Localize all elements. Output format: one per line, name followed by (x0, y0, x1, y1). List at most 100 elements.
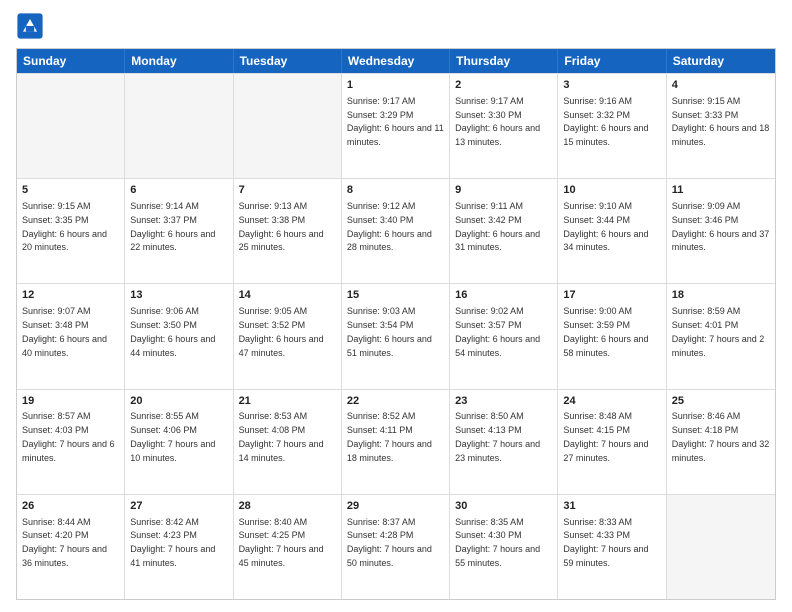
day-info-2: Sunrise: 9:17 AMSunset: 3:30 PMDaylight:… (455, 96, 540, 147)
day-number-29: 29 (347, 499, 444, 514)
day-info-27: Sunrise: 8:42 AMSunset: 4:23 PMDaylight:… (130, 517, 215, 568)
weekday-saturday: Saturday (667, 49, 775, 73)
day-info-12: Sunrise: 9:07 AMSunset: 3:48 PMDaylight:… (22, 306, 107, 357)
day-4: 4 Sunrise: 9:15 AMSunset: 3:33 PMDaylight… (667, 74, 775, 178)
day-number-15: 15 (347, 288, 444, 303)
calendar-row-4: 26 Sunrise: 8:44 AMSunset: 4:20 PMDayligh… (17, 494, 775, 599)
day-info-30: Sunrise: 8:35 AMSunset: 4:30 PMDaylight:… (455, 517, 540, 568)
day-info-31: Sunrise: 8:33 AMSunset: 4:33 PMDaylight:… (563, 517, 648, 568)
weekday-monday: Monday (125, 49, 233, 73)
day-8: 8 Sunrise: 9:12 AMSunset: 3:40 PMDaylight… (342, 179, 450, 283)
day-12: 12 Sunrise: 9:07 AMSunset: 3:48 PMDayligh… (17, 284, 125, 388)
day-number-16: 16 (455, 288, 552, 303)
day-info-9: Sunrise: 9:11 AMSunset: 3:42 PMDaylight:… (455, 201, 540, 252)
calendar-body: 1 Sunrise: 9:17 AMSunset: 3:29 PMDaylight… (17, 73, 775, 599)
day-number-18: 18 (672, 288, 770, 303)
day-number-10: 10 (563, 183, 660, 198)
day-31: 31 Sunrise: 8:33 AMSunset: 4:33 PMDayligh… (558, 495, 666, 599)
day-info-19: Sunrise: 8:57 AMSunset: 4:03 PMDaylight:… (22, 411, 115, 462)
day-15: 15 Sunrise: 9:03 AMSunset: 3:54 PMDayligh… (342, 284, 450, 388)
day-10: 10 Sunrise: 9:10 AMSunset: 3:44 PMDayligh… (558, 179, 666, 283)
day-number-23: 23 (455, 394, 552, 409)
day-26: 26 Sunrise: 8:44 AMSunset: 4:20 PMDayligh… (17, 495, 125, 599)
day-1: 1 Sunrise: 9:17 AMSunset: 3:29 PMDaylight… (342, 74, 450, 178)
day-info-24: Sunrise: 8:48 AMSunset: 4:15 PMDaylight:… (563, 411, 648, 462)
day-info-17: Sunrise: 9:00 AMSunset: 3:59 PMDaylight:… (563, 306, 648, 357)
logo-icon (16, 12, 44, 40)
weekday-tuesday: Tuesday (234, 49, 342, 73)
day-info-15: Sunrise: 9:03 AMSunset: 3:54 PMDaylight:… (347, 306, 432, 357)
calendar-row-0: 1 Sunrise: 9:17 AMSunset: 3:29 PMDaylight… (17, 73, 775, 178)
day-number-30: 30 (455, 499, 552, 514)
day-11: 11 Sunrise: 9:09 AMSunset: 3:46 PMDayligh… (667, 179, 775, 283)
day-30: 30 Sunrise: 8:35 AMSunset: 4:30 PMDayligh… (450, 495, 558, 599)
day-info-4: Sunrise: 9:15 AMSunset: 3:33 PMDaylight:… (672, 96, 770, 147)
day-number-27: 27 (130, 499, 227, 514)
day-number-21: 21 (239, 394, 336, 409)
day-number-26: 26 (22, 499, 119, 514)
day-14: 14 Sunrise: 9:05 AMSunset: 3:52 PMDayligh… (234, 284, 342, 388)
day-info-3: Sunrise: 9:16 AMSunset: 3:32 PMDaylight:… (563, 96, 648, 147)
day-info-26: Sunrise: 8:44 AMSunset: 4:20 PMDaylight:… (22, 517, 107, 568)
day-info-14: Sunrise: 9:05 AMSunset: 3:52 PMDaylight:… (239, 306, 324, 357)
day-info-11: Sunrise: 9:09 AMSunset: 3:46 PMDaylight:… (672, 201, 770, 252)
day-2: 2 Sunrise: 9:17 AMSunset: 3:30 PMDaylight… (450, 74, 558, 178)
calendar-header: SundayMondayTuesdayWednesdayThursdayFrid… (17, 49, 775, 73)
empty-cell-0-1 (125, 74, 233, 178)
day-number-31: 31 (563, 499, 660, 514)
day-number-28: 28 (239, 499, 336, 514)
day-7: 7Sunrise: 9:13 AMSunset: 3:38 PMDaylight… (234, 179, 342, 283)
day-info-16: Sunrise: 9:02 AMSunset: 3:57 PMDaylight:… (455, 306, 540, 357)
day-info-8: Sunrise: 9:12 AMSunset: 3:40 PMDaylight:… (347, 201, 432, 252)
day-22: 22Sunrise: 8:52 AMSunset: 4:11 PMDayligh… (342, 390, 450, 494)
day-number-13: 13 (130, 288, 227, 303)
weekday-friday: Friday (558, 49, 666, 73)
day-number-25: 25 (672, 394, 770, 409)
day-info-22: Sunrise: 8:52 AMSunset: 4:11 PMDaylight:… (347, 411, 432, 462)
day-info-1: Sunrise: 9:17 AMSunset: 3:29 PMDaylight:… (347, 96, 444, 147)
day-number-4: 4 (672, 78, 770, 93)
day-number-2: 2 (455, 78, 552, 93)
day-info-13: Sunrise: 9:06 AMSunset: 3:50 PMDaylight:… (130, 306, 215, 357)
day-13: 13 Sunrise: 9:06 AMSunset: 3:50 PMDayligh… (125, 284, 233, 388)
weekday-thursday: Thursday (450, 49, 558, 73)
day-number-11: 11 (672, 183, 770, 198)
day-info-10: Sunrise: 9:10 AMSunset: 3:44 PMDaylight:… (563, 201, 648, 252)
day-3: 3Sunrise: 9:16 AMSunset: 3:32 PMDaylight… (558, 74, 666, 178)
calendar-row-1: 5 Sunrise: 9:15 AMSunset: 3:35 PMDaylight… (17, 178, 775, 283)
logo (16, 12, 46, 40)
day-27: 27 Sunrise: 8:42 AMSunset: 4:23 PMDayligh… (125, 495, 233, 599)
header (16, 12, 776, 40)
calendar-row-2: 12 Sunrise: 9:07 AMSunset: 3:48 PMDayligh… (17, 283, 775, 388)
day-info-6: Sunrise: 9:14 AMSunset: 3:37 PMDaylight:… (130, 201, 215, 252)
day-number-6: 6 (130, 183, 227, 198)
day-18: 18 Sunrise: 8:59 AMSunset: 4:01 PMDayligh… (667, 284, 775, 388)
day-9: 9 Sunrise: 9:11 AMSunset: 3:42 PMDaylight… (450, 179, 558, 283)
day-number-17: 17 (563, 288, 660, 303)
day-29: 29 Sunrise: 8:37 AMSunset: 4:28 PMDayligh… (342, 495, 450, 599)
day-number-12: 12 (22, 288, 119, 303)
day-info-29: Sunrise: 8:37 AMSunset: 4:28 PMDaylight:… (347, 517, 432, 568)
weekday-sunday: Sunday (17, 49, 125, 73)
empty-cell-0-0 (17, 74, 125, 178)
weekday-wednesday: Wednesday (342, 49, 450, 73)
day-number-24: 24 (563, 394, 660, 409)
day-5: 5 Sunrise: 9:15 AMSunset: 3:35 PMDaylight… (17, 179, 125, 283)
day-6: 6 Sunrise: 9:14 AMSunset: 3:37 PMDaylight… (125, 179, 233, 283)
day-20: 20Sunrise: 8:55 AMSunset: 4:06 PMDayligh… (125, 390, 233, 494)
day-number-5: 5 (22, 183, 119, 198)
day-number-8: 8 (347, 183, 444, 198)
calendar-row-3: 19 Sunrise: 8:57 AMSunset: 4:03 PMDayligh… (17, 389, 775, 494)
calendar: SundayMondayTuesdayWednesdayThursdayFrid… (16, 48, 776, 600)
day-number-9: 9 (455, 183, 552, 198)
day-number-19: 19 (22, 394, 119, 409)
day-info-5: Sunrise: 9:15 AMSunset: 3:35 PMDaylight:… (22, 201, 107, 252)
day-number-14: 14 (239, 288, 336, 303)
day-number-1: 1 (347, 78, 444, 93)
empty-cell-0-2 (234, 74, 342, 178)
day-info-20: Sunrise: 8:55 AMSunset: 4:06 PMDaylight:… (130, 411, 215, 462)
day-info-18: Sunrise: 8:59 AMSunset: 4:01 PMDaylight:… (672, 306, 765, 357)
day-number-7: 7 (239, 183, 336, 198)
day-23: 23Sunrise: 8:50 AMSunset: 4:13 PMDayligh… (450, 390, 558, 494)
page: SundayMondayTuesdayWednesdayThursdayFrid… (0, 0, 792, 612)
